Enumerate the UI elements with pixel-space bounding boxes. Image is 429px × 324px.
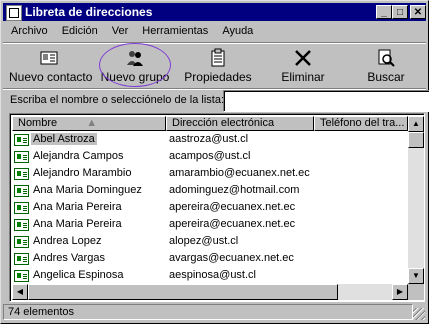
contact-row[interactable]: Ana Maria Pereira apereira@ecuanex.net.e… — [12, 200, 408, 217]
contact-row[interactable]: Angelica Espinosa aespinosa@ust.cl — [12, 268, 408, 285]
search-input[interactable] — [223, 90, 429, 112]
delete-button[interactable]: Eliminar — [277, 46, 329, 86]
properties-icon — [211, 48, 225, 67]
contact-list: Nombre ▲ Dirección electrónica Teléfono … — [9, 113, 425, 302]
item-count: 74 elementos — [3, 304, 413, 320]
menu-divider — [3, 42, 426, 44]
new-contact-icon — [40, 51, 58, 65]
properties-button[interactable]: Propiedades — [183, 46, 253, 86]
contact-name: Andres Vargas — [33, 252, 105, 264]
scrollbar-corner — [408, 284, 424, 300]
contact-row[interactable]: Alejandro Marambio amarambio@ecuanex.net… — [12, 166, 408, 183]
menu-bar: Archivo Edición Ver Herramientas Ayuda — [3, 23, 259, 41]
contact-row[interactable]: Ana Maria Dominguez adominguez@hotmail.c… — [12, 183, 408, 200]
contact-name: Ana Maria Dominguez — [33, 184, 142, 196]
search-prompt: Escriba el nombre o selecciónelo de la l… — [10, 94, 225, 106]
horizontal-scroll-thumb[interactable] — [28, 284, 338, 300]
contact-card-icon — [14, 168, 29, 180]
contact-row[interactable]: Andrea Lopez alopez@ust.cl — [12, 234, 408, 251]
delete-x-icon — [295, 50, 311, 66]
column-header-email[interactable]: Dirección electrónica — [166, 116, 314, 131]
contact-card-icon — [14, 185, 29, 197]
title-bar[interactable]: Libreta de direcciones _ □ ✕ — [3, 3, 426, 21]
minimize-button[interactable]: _ — [376, 5, 392, 19]
contact-card-icon — [14, 134, 29, 146]
sort-arrow-icon: ▲ — [86, 117, 98, 129]
contact-row[interactable]: Alejandra Campos acampos@ust.cl — [12, 149, 408, 166]
contact-name: Ana Maria Pereira — [33, 218, 122, 230]
address-book-window: Libreta de direcciones _ □ ✕ Archivo Edic… — [0, 0, 429, 324]
menu-edicion[interactable]: Edición — [54, 23, 104, 37]
highlight-circle — [99, 43, 171, 87]
status-bar: 74 elementos — [3, 304, 426, 321]
search-icon — [378, 49, 395, 67]
column-header-phone[interactable]: Teléfono del tra... — [314, 116, 408, 131]
contact-email: apereira@ecuanex.net.ec — [169, 218, 296, 230]
contact-name: Abel Astroza — [31, 133, 97, 145]
menu-ayuda[interactable]: Ayuda — [214, 23, 259, 37]
contact-name: Alejandra Campos — [33, 150, 124, 162]
contact-email: acampos@ust.cl — [169, 150, 251, 162]
properties-label: Propiedades — [184, 70, 252, 84]
contact-name: Andrea Lopez — [33, 235, 102, 247]
vertical-scroll-thumb[interactable] — [408, 132, 424, 148]
menu-archivo[interactable]: Archivo — [3, 23, 54, 37]
contact-email: avargas@ecuanex.net.ec — [169, 252, 294, 264]
contact-name: Ana Maria Pereira — [33, 201, 122, 213]
column-name-label: Nombre — [18, 117, 58, 129]
window-title: Libreta de direcciones — [25, 5, 153, 19]
contact-card-icon — [14, 151, 29, 163]
address-book-icon — [6, 5, 22, 21]
new-contact-button[interactable]: Nuevo contacto — [9, 46, 93, 86]
delete-label: Eliminar — [281, 70, 325, 84]
contact-email: aastroza@ust.cl — [169, 133, 249, 145]
menu-ver[interactable]: Ver — [104, 23, 135, 37]
column-header-name[interactable]: Nombre ▲ — [12, 116, 166, 131]
contact-email: aespinosa@ust.cl — [169, 269, 256, 281]
contact-card-icon — [14, 219, 29, 231]
contact-card-icon — [14, 202, 29, 214]
contact-row[interactable]: Ana Maria Pereira apereira@ecuanex.net.e… — [12, 217, 408, 234]
contact-row[interactable]: Abel Astroza aastroza@ust.cl — [12, 132, 408, 149]
resize-grip[interactable] — [413, 308, 425, 320]
new-contact-label: Nuevo contacto — [9, 70, 93, 84]
contact-row[interactable]: Andres Vargas avargas@ecuanex.net.ec — [12, 251, 408, 268]
scroll-up-button[interactable]: ▲ — [408, 116, 424, 132]
maximize-button[interactable]: □ — [392, 5, 408, 19]
horizontal-scrollbar[interactable]: ◀ ▶ — [12, 284, 408, 300]
search-button[interactable]: Buscar — [361, 46, 411, 86]
menu-herramientas[interactable]: Herramientas — [134, 23, 214, 37]
contact-name: Angelica Espinosa — [33, 269, 124, 281]
contact-email: apereira@ecuanex.net.ec — [169, 201, 296, 213]
scroll-right-button[interactable]: ▶ — [392, 284, 408, 300]
contact-email: adominguez@hotmail.com — [169, 184, 300, 196]
scroll-down-button[interactable]: ▼ — [408, 268, 424, 284]
scroll-left-button[interactable]: ◀ — [12, 284, 28, 300]
contact-card-icon — [14, 270, 29, 282]
close-button[interactable]: ✕ — [410, 5, 426, 19]
contact-email: amarambio@ecuanex.net.ec — [169, 167, 310, 179]
contact-email: alopez@ust.cl — [169, 235, 239, 247]
contact-card-icon — [14, 236, 29, 248]
toolbar: Nuevo contacto Nuevo grupo Propiedades E… — [3, 46, 426, 88]
contact-card-icon — [14, 253, 29, 265]
search-label: Buscar — [367, 70, 405, 84]
vertical-scrollbar[interactable]: ▲ ▼ — [408, 116, 424, 284]
contact-name: Alejandro Marambio — [33, 167, 132, 179]
